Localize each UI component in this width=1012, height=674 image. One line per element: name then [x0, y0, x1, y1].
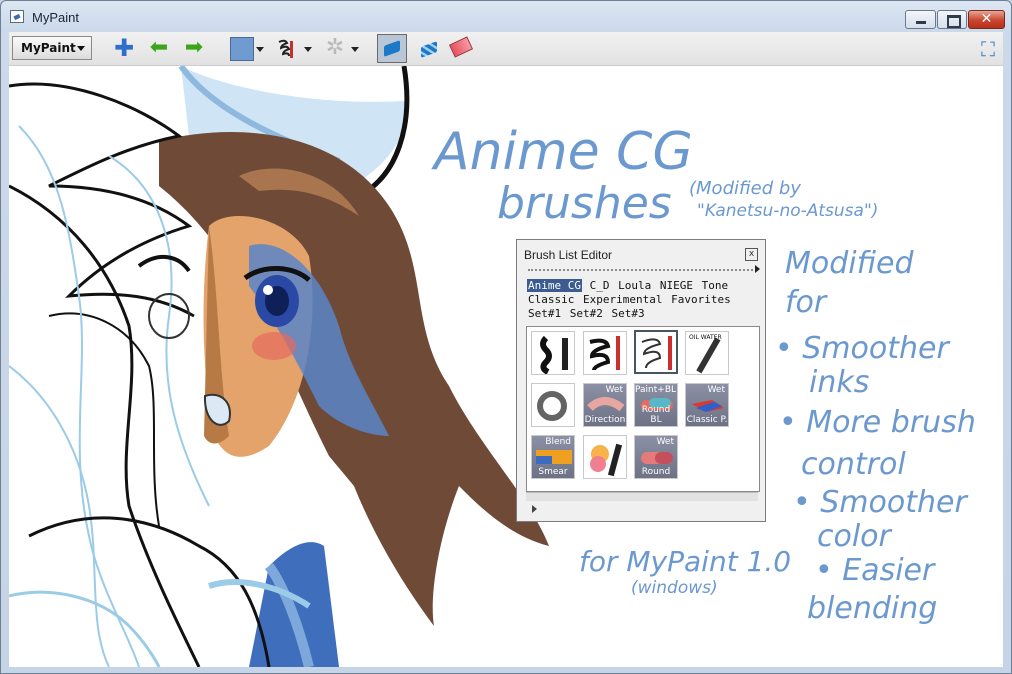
- title-text-line2: brushes: [497, 178, 672, 229]
- color-swatch-icon[interactable]: [230, 37, 254, 61]
- brush-dropdown-arrow[interactable]: [304, 47, 312, 52]
- brush-tile-direction[interactable]: Wet Direction: [583, 383, 627, 427]
- expand-footer-icon[interactable]: [532, 505, 537, 513]
- paint-mode-icon[interactable]: [377, 34, 407, 63]
- brush-tile-round[interactable]: Wet Round: [634, 435, 678, 479]
- app-window: MyPaint ✕ MyPaint ✚ ⬅ ➡ ✲ ⛶ Anime CG bru…: [0, 0, 1012, 674]
- settings-dropdown-arrow[interactable]: [351, 47, 359, 52]
- close-button[interactable]: ✕: [968, 10, 1005, 29]
- group-experimental[interactable]: Experimental: [582, 293, 663, 306]
- brush-tile-smear[interactable]: Blend Smear: [531, 435, 575, 479]
- brush-list-editor-panel: Brush List Editor x Anime CG C_D Loula N…: [516, 239, 766, 522]
- minimize-button[interactable]: [905, 10, 936, 29]
- fill-mode-icon[interactable]: [415, 36, 441, 61]
- feature-text-3: • Smoother: [775, 331, 950, 366]
- group-niege[interactable]: NIEGE: [659, 279, 694, 292]
- brush-tile-oil-water[interactable]: OIL WATER: [685, 331, 729, 375]
- app-icon: [10, 10, 24, 23]
- feature-text-4: inks: [809, 365, 869, 400]
- artwork: Anime CG brushes (Modified by "Kanetsu-n…: [9, 66, 976, 667]
- undo-icon[interactable]: ⬅: [149, 37, 169, 59]
- brush-label: Direction: [584, 415, 626, 425]
- group-favorites[interactable]: Favorites: [670, 293, 732, 306]
- redo-icon[interactable]: ➡: [184, 37, 204, 59]
- expand-arrow-icon[interactable]: [755, 265, 760, 273]
- brush-label: Round: [641, 467, 671, 477]
- main-menu-button[interactable]: MyPaint: [12, 36, 92, 60]
- feature-text-6: control: [801, 447, 906, 482]
- maximize-button[interactable]: [937, 10, 967, 29]
- feature-text-10: blending: [807, 591, 937, 626]
- fullscreen-icon[interactable]: ⛶: [977, 38, 999, 60]
- main-toolbar: MyPaint ✚ ⬅ ➡ ✲ ⛶: [9, 32, 1003, 66]
- brush-tile-ink-brush[interactable]: [583, 331, 627, 375]
- brush-label: Classic P.: [686, 415, 728, 425]
- title-bar: MyPaint ✕: [1, 1, 1011, 32]
- credit-text-line1: (Modified by: [689, 178, 801, 199]
- main-menu-label: MyPaint: [21, 41, 76, 55]
- brush-grid: OIL WATER Wet Direction Paint+BL Round B…: [526, 326, 760, 492]
- brush-tile-round-bl[interactable]: Paint+BL Round BL: [634, 383, 678, 427]
- group-set3[interactable]: Set#3: [611, 307, 646, 320]
- feature-text-8: color: [817, 519, 893, 554]
- group-c-d[interactable]: C_D: [589, 279, 611, 292]
- brush-tile-ink-pen[interactable]: [531, 331, 575, 375]
- feature-text-5: • More brush: [779, 405, 976, 440]
- brush-label: Round BL: [641, 405, 671, 425]
- brush-label: Smear: [538, 467, 568, 477]
- group-set2[interactable]: Set#2: [569, 307, 604, 320]
- brush-tile-classic-p[interactable]: Wet Classic P.: [685, 383, 729, 427]
- group-tone[interactable]: Tone: [701, 279, 730, 292]
- feature-text-2: for: [785, 285, 828, 320]
- window-title: MyPaint: [32, 10, 79, 25]
- group-loula[interactable]: Loula: [617, 279, 652, 292]
- eraser-icon[interactable]: [448, 36, 474, 58]
- title-text-line1: Anime CG: [431, 122, 693, 182]
- close-icon: ✕: [980, 11, 993, 27]
- footer-text-line1: for MyPaint 1.0: [579, 545, 791, 578]
- brush-icon[interactable]: [276, 38, 296, 58]
- add-layer-icon[interactable]: ✚: [114, 36, 134, 60]
- feature-text-9: • Easier: [815, 553, 936, 588]
- group-anime-cg[interactable]: Anime CG: [527, 279, 582, 292]
- feature-text-7: • Smoother: [793, 485, 968, 520]
- group-set1[interactable]: Set#1: [527, 307, 562, 320]
- settings-icon[interactable]: ✲: [325, 37, 345, 59]
- footer-text-line2: (windows): [631, 578, 718, 598]
- brush-tile-sketch[interactable]: [634, 330, 678, 374]
- color-dropdown-arrow[interactable]: [256, 47, 264, 52]
- horizontal-scrollbar[interactable]: [526, 492, 758, 501]
- close-icon[interactable]: x: [745, 248, 758, 261]
- chevron-down-icon: [77, 46, 85, 51]
- drawing-canvas[interactable]: Anime CG brushes (Modified by "Kanetsu-n…: [9, 65, 1003, 667]
- brush-tag: OIL WATER: [689, 334, 722, 341]
- feature-text-1: Modified: [785, 246, 914, 281]
- drag-handle[interactable]: [528, 269, 753, 274]
- brush-tile-airbrush[interactable]: [531, 383, 575, 427]
- credit-text-line2: "Kanetsu-no-Atsusa"): [697, 201, 878, 221]
- panel-title: Brush List Editor: [524, 248, 613, 262]
- brush-group-list: Anime CG C_D Loula NIEGE Tone Classic Ex…: [527, 279, 757, 321]
- group-classic[interactable]: Classic: [527, 293, 575, 306]
- brush-tile-marker[interactable]: [583, 435, 627, 479]
